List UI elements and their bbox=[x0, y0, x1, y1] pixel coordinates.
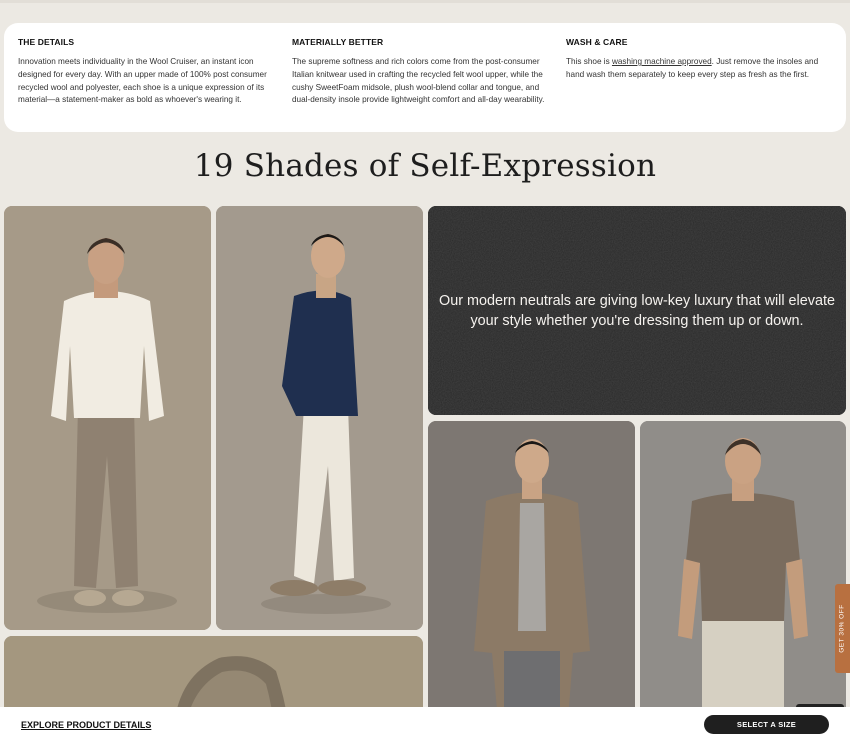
promo-label: GET 30% OFF bbox=[839, 604, 846, 653]
washing-machine-link[interactable]: washing machine approved bbox=[612, 57, 712, 66]
materials-heading: MATERIALLY BETTER bbox=[292, 37, 384, 47]
top-divider bbox=[0, 0, 850, 3]
lifestyle-photo-taupe-jacket bbox=[428, 421, 635, 721]
explore-product-details-link[interactable]: EXPLORE PRODUCT DETAILS bbox=[21, 720, 151, 730]
details-text: Innovation meets individuality in the Wo… bbox=[18, 57, 267, 105]
denim-jacket-model-illustration bbox=[216, 206, 423, 630]
discount-promo-tab[interactable]: GET 30% OFF bbox=[835, 584, 850, 673]
neutrals-quote: Our modern neutrals are giving low-key l… bbox=[439, 292, 835, 329]
details-heading: THE DETAILS bbox=[18, 37, 75, 47]
materials-column: MATERIALLY BETTER The supreme softness a… bbox=[292, 37, 558, 132]
gallery-heading: 19 Shades of Self-Expression bbox=[193, 148, 657, 184]
lifestyle-photo-taupe-tee bbox=[640, 421, 846, 721]
felt-texture-quote-panel: Our modern neutrals are giving low-key l… bbox=[428, 206, 846, 415]
materials-text: The supreme softness and rich colors com… bbox=[292, 57, 545, 105]
sticky-bottom-bar: EXPLORE PRODUCT DETAILS SELECT A SIZE bbox=[0, 707, 850, 742]
select-size-button[interactable]: SELECT A SIZE bbox=[704, 715, 829, 734]
wash-care-heading: WASH & CARE bbox=[566, 37, 628, 47]
cream-sweater-model-illustration bbox=[4, 206, 211, 630]
details-column: THE DETAILS Innovation meets individuali… bbox=[18, 37, 284, 132]
lifestyle-photo-denim-jacket bbox=[216, 206, 423, 630]
taupe-tee-model-illustration bbox=[640, 421, 846, 721]
product-details-card: THE DETAILS Innovation meets individuali… bbox=[4, 23, 846, 132]
lifestyle-photo-cream-sweater bbox=[4, 206, 211, 630]
wash-care-text-before: This shoe is bbox=[566, 57, 612, 66]
wash-care-column: WASH & CARE This shoe is washing machine… bbox=[566, 37, 832, 132]
wash-care-text: This shoe is washing machine approved. J… bbox=[566, 56, 832, 82]
taupe-jacket-model-illustration bbox=[428, 421, 635, 721]
